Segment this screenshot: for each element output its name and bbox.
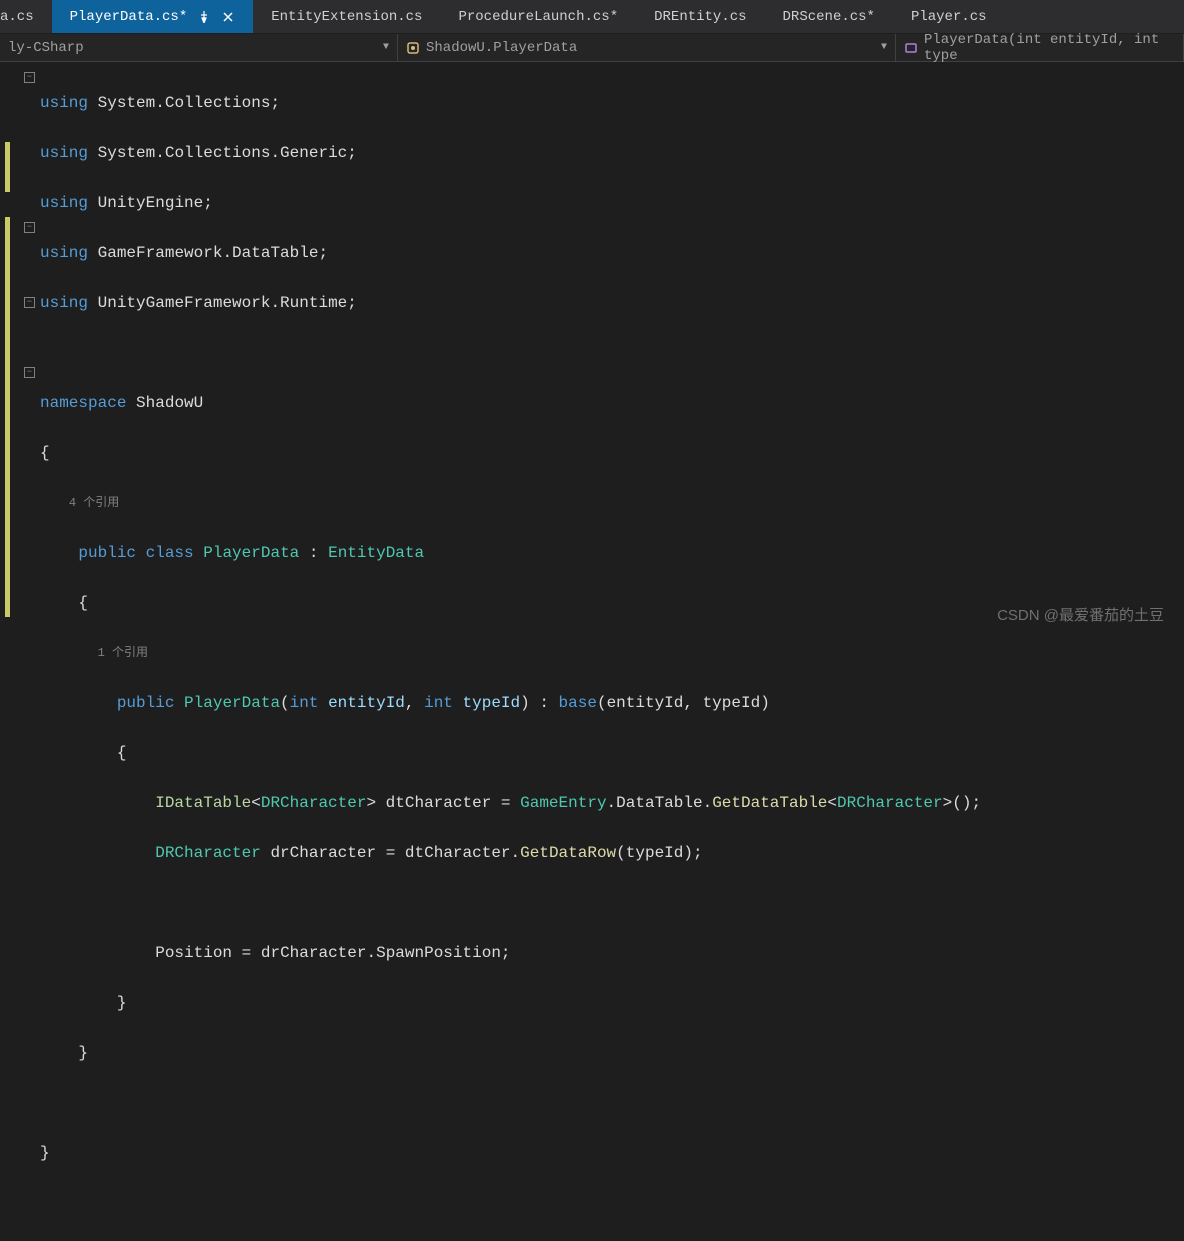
namespace: GameFramework.DataTable	[98, 244, 319, 262]
nav-class[interactable]: ShadowU.PlayerData ▼	[398, 34, 896, 61]
change-indicator	[5, 142, 10, 192]
tab-label: PlayerData.cs*	[70, 9, 188, 25]
nav-project[interactable]: ly-CSharp ▼	[0, 34, 398, 61]
codelens-ctor-refs[interactable]: 1 个引用	[98, 646, 148, 660]
tab-playerdata[interactable]: PlayerData.cs*	[52, 0, 254, 33]
keyword: using	[40, 244, 88, 262]
tab-drscene[interactable]: DRScene.cs*	[765, 0, 893, 33]
close-icon[interactable]	[221, 10, 235, 24]
outline-toggle[interactable]: −	[24, 222, 35, 233]
namespace: System.Collections	[98, 94, 271, 112]
param: entityId	[328, 694, 405, 712]
tab-label: a.cs	[0, 9, 34, 25]
nav-class-label: ShadowU.PlayerData	[426, 40, 577, 56]
pin-icon[interactable]	[197, 10, 211, 24]
keyword: public	[78, 544, 136, 562]
interface: IDataTable	[155, 794, 251, 812]
keyword: namespace	[40, 394, 126, 412]
class-icon	[406, 41, 420, 55]
nav-bar: ly-CSharp ▼ ShadowU.PlayerData ▼ PlayerD…	[0, 34, 1184, 62]
ctor-name: PlayerData	[184, 694, 280, 712]
tab-label: DREntity.cs	[654, 9, 746, 25]
keyword: public	[117, 694, 175, 712]
tab-procedurelaunch[interactable]: ProcedureLaunch.cs*	[440, 0, 636, 33]
outline-column: − − − −	[22, 62, 38, 636]
outline-toggle[interactable]: −	[24, 367, 35, 378]
tab-bar: a.cs PlayerData.cs* EntityExtension.cs P…	[0, 0, 1184, 34]
watermark: CSDN @最爱番茄的土豆	[997, 603, 1164, 628]
namespace: UnityEngine	[98, 194, 204, 212]
tab-label: EntityExtension.cs	[271, 9, 422, 25]
change-indicator	[5, 217, 10, 617]
keyword: class	[146, 544, 194, 562]
outline-toggle[interactable]: −	[24, 72, 35, 83]
keyword: using	[40, 94, 88, 112]
keyword: base	[559, 694, 597, 712]
gutter	[0, 62, 22, 636]
editor: − − − − using System.Collections; using …	[0, 62, 1184, 636]
namespace-name: ShadowU	[136, 394, 203, 412]
tab-entityextension[interactable]: EntityExtension.cs	[253, 0, 440, 33]
class-name: PlayerData	[203, 544, 299, 562]
base-class: EntityData	[328, 544, 424, 562]
keyword: using	[40, 144, 88, 162]
tab-label: DRScene.cs*	[783, 9, 875, 25]
chevron-down-icon: ▼	[881, 42, 887, 53]
method: GetDataRow	[520, 844, 616, 862]
tab-label: Player.cs	[911, 9, 987, 25]
tab-drentity[interactable]: DREntity.cs	[636, 0, 764, 33]
method-icon	[904, 41, 918, 55]
nav-method-label: PlayerData(int entityId, int type	[924, 32, 1175, 64]
chevron-down-icon: ▼	[383, 42, 389, 53]
method: GetDataTable	[712, 794, 827, 812]
param: typeId	[463, 694, 521, 712]
tab-player[interactable]: Player.cs	[893, 0, 1005, 33]
nav-project-label: ly-CSharp	[8, 40, 84, 56]
nav-method[interactable]: PlayerData(int entityId, int type	[896, 34, 1184, 61]
codelens-class-refs[interactable]: 4 个引用	[69, 496, 119, 510]
tab-partial[interactable]: a.cs	[0, 0, 52, 33]
namespace: UnityGameFramework.Runtime	[98, 294, 348, 312]
keyword: using	[40, 294, 88, 312]
outline-toggle[interactable]: −	[24, 297, 35, 308]
tab-label: ProcedureLaunch.cs*	[458, 9, 618, 25]
keyword: using	[40, 194, 88, 212]
code-area[interactable]: using System.Collections; using System.C…	[38, 62, 1184, 636]
namespace: System.Collections.Generic	[98, 144, 348, 162]
